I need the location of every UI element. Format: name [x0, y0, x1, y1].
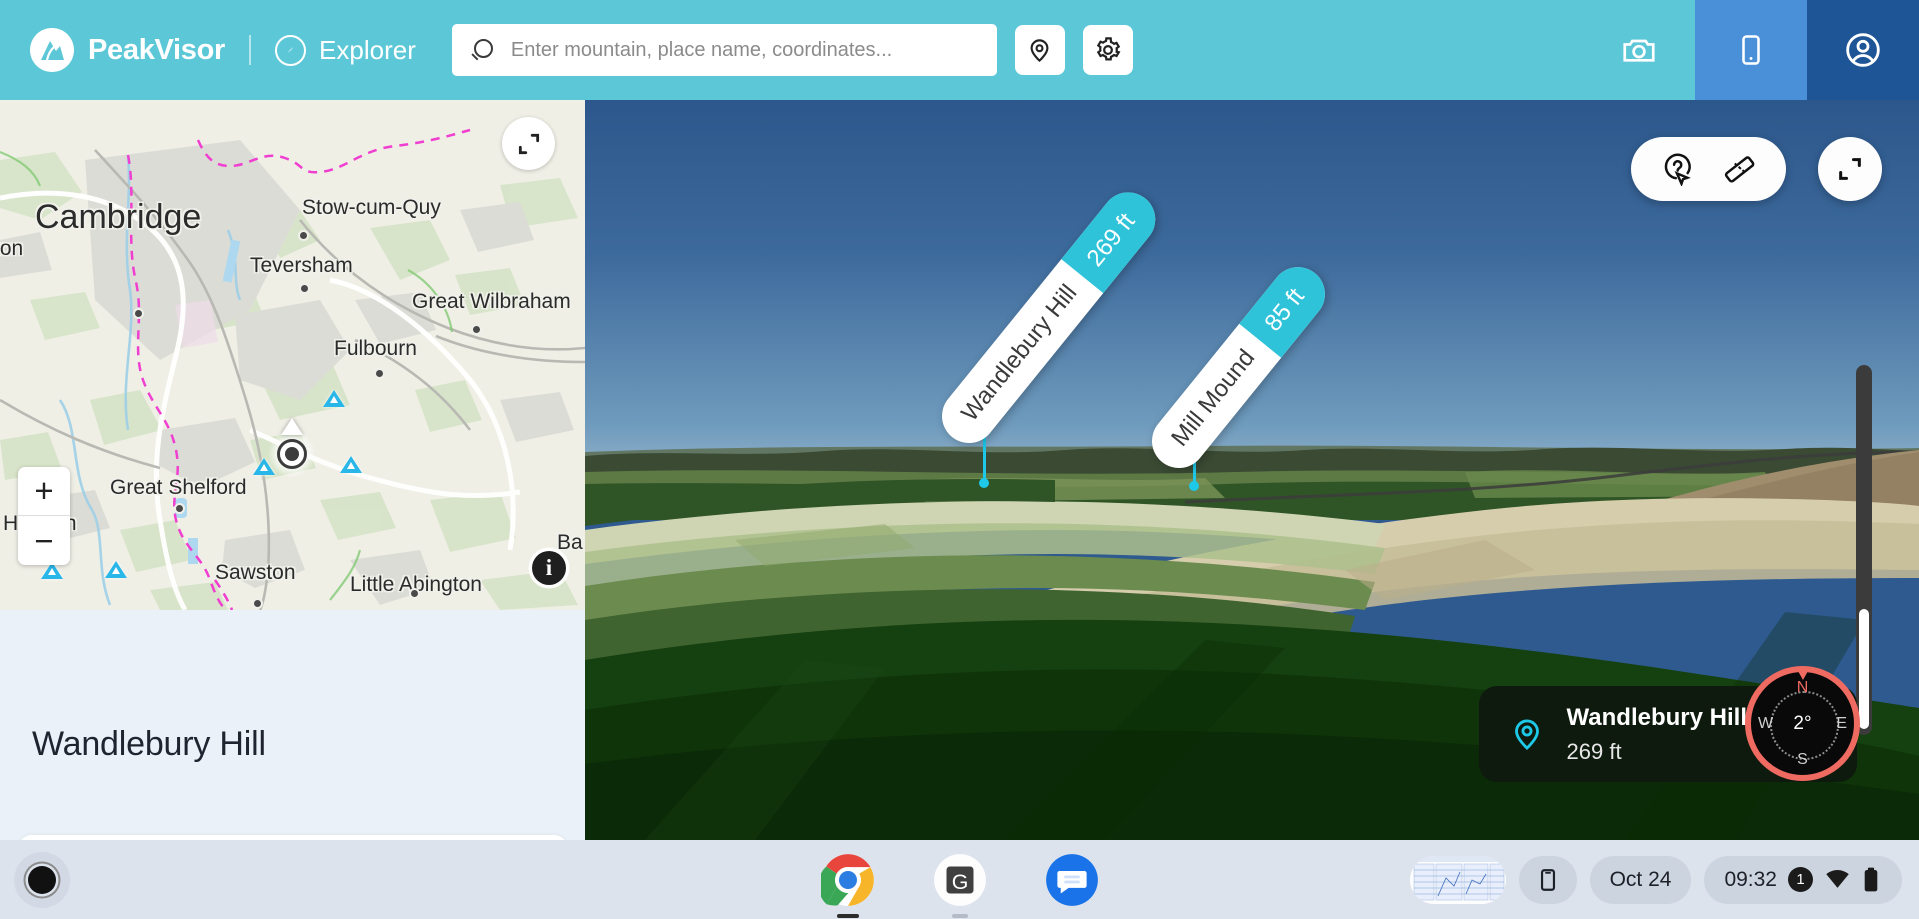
field-of-view-slider[interactable]	[1856, 365, 1872, 735]
marker-core	[285, 447, 299, 461]
map-peak-icon-selected[interactable]	[281, 418, 303, 435]
map-label: Teversham	[250, 254, 353, 277]
map-town-dot	[374, 368, 385, 379]
search-input[interactable]	[510, 38, 997, 62]
map-label: Great Wilbraham	[412, 290, 571, 313]
camera-icon	[1623, 39, 1655, 62]
map-label: Sawston	[215, 561, 296, 584]
status-tray[interactable]: 09:32 1	[1704, 855, 1902, 904]
search-box[interactable]	[451, 24, 997, 76]
panorama-3d-view[interactable]: Wandlebury Hill 269 ft Mill Mound 85 ft	[585, 100, 1919, 840]
explorer-label: Explorer	[319, 34, 416, 65]
map-town-dot	[298, 230, 309, 241]
app-running-indicator	[951, 914, 968, 918]
zoom-out-button[interactable]: −	[18, 516, 70, 565]
map-label: Cambridge	[35, 198, 202, 236]
taskbar-date: Oct 24	[1609, 867, 1672, 891]
date-button[interactable]: Oct 24	[1589, 855, 1692, 904]
header-actions	[1583, 0, 1919, 100]
left-detail-panel: Cambridge Stow-cum-Quy Teversham Great W…	[0, 100, 585, 840]
brand-logo-group[interactable]: PeakVisor	[30, 28, 225, 72]
map-town-dot	[174, 503, 185, 514]
messages-app-icon[interactable]	[1045, 853, 1099, 907]
explorer-nav-item[interactable]: Explorer	[275, 34, 416, 66]
chrome-app-icon[interactable]	[817, 853, 875, 918]
compass-south-label: S	[1797, 751, 1808, 768]
compass-heading: 2°	[1793, 712, 1812, 734]
os-taskbar: G Oct 24 09:32 1	[0, 840, 1919, 919]
mini-map[interactable]: Cambridge Stow-cum-Quy Teversham Great W…	[0, 100, 585, 610]
gear-icon	[1096, 37, 1121, 61]
notification-badge: 1	[1788, 867, 1813, 892]
compass-widget[interactable]: N E S W 2°	[1745, 666, 1860, 781]
map-expand-button[interactable]	[502, 117, 555, 170]
phone-hub-button[interactable]	[1518, 855, 1577, 904]
account-circle-icon	[1846, 33, 1880, 67]
phone-icon	[1742, 35, 1760, 65]
map-zoom-controls: + −	[18, 467, 70, 565]
expand-icon	[518, 133, 539, 154]
map-info-button[interactable]: i	[532, 551, 566, 585]
fullscreen-icon	[1839, 158, 1861, 180]
map-town-dot	[252, 598, 263, 609]
map-label: Great Shelford	[110, 476, 247, 499]
map-peak-icon[interactable]	[105, 561, 127, 578]
zoom-in-button[interactable]: +	[18, 467, 70, 516]
peak-pin-dot	[1189, 481, 1199, 491]
launcher-circle-icon	[28, 865, 56, 894]
infocard-text: Wandlebury Hill 269 ft	[1567, 704, 1747, 765]
compass-west-label: W	[1758, 714, 1774, 732]
brand-name: PeakVisor	[88, 33, 226, 66]
map-tiles	[0, 100, 585, 610]
launcher-button[interactable]	[14, 851, 70, 908]
identify-peak-button[interactable]	[1661, 153, 1694, 186]
wifi-icon	[1826, 870, 1849, 888]
map-town-dot	[299, 283, 310, 294]
map-town-dot	[409, 588, 420, 599]
location-pin-icon	[1514, 719, 1539, 751]
map-label: ton	[0, 237, 24, 260]
taskbar-status-area: Oct 24 09:32 1	[1409, 855, 1902, 904]
search-icon	[472, 39, 494, 61]
map-label: Stow-cum-Quy	[302, 196, 441, 219]
compass-north-label: N	[1796, 679, 1809, 696]
taskbar-apps: G	[817, 853, 1099, 918]
map-label: Fulbourn	[334, 337, 417, 360]
mobile-app-button[interactable]	[1695, 0, 1807, 100]
app-header: PeakVisor Explorer	[0, 0, 1919, 100]
camera-button[interactable]	[1583, 0, 1695, 100]
map-town-dot	[133, 308, 144, 319]
help-cursor-icon	[1664, 153, 1691, 186]
view-tools-group	[1631, 137, 1786, 201]
page-title: Wandlebury Hill	[32, 725, 266, 763]
location-pin-icon	[1030, 38, 1049, 62]
map-peak-icon[interactable]	[323, 390, 345, 407]
compass-east-label: E	[1836, 714, 1847, 732]
battery-icon	[1864, 867, 1878, 892]
map-label: Ba	[557, 531, 583, 554]
settings-button[interactable]	[1082, 25, 1133, 75]
taskbar-time: 09:32	[1724, 867, 1777, 891]
ruler-icon	[1725, 155, 1755, 183]
compass-icon	[275, 34, 307, 66]
window-thumbnail[interactable]	[1409, 855, 1506, 904]
fullscreen-button[interactable]	[1818, 137, 1882, 201]
infocard-peak-elevation: 269 ft	[1566, 738, 1622, 764]
location-button[interactable]	[1014, 25, 1065, 75]
app-running-indicator	[836, 914, 859, 918]
google-app-icon[interactable]: G	[933, 853, 987, 918]
map-town-dot	[471, 324, 482, 335]
selected-peak-infocard: Wandlebury Hill 269 ft N E S W 2°	[1478, 666, 1860, 782]
measure-distance-button[interactable]	[1723, 153, 1756, 186]
selected-location-marker[interactable]	[268, 430, 316, 478]
peakvisor-logo-icon	[30, 28, 74, 72]
slider-thumb[interactable]	[1859, 609, 1869, 729]
phone-hub-icon	[1540, 868, 1555, 891]
account-button[interactable]	[1807, 0, 1919, 100]
infocard-peak-name: Wandlebury Hill	[1566, 703, 1747, 731]
map-peak-icon[interactable]	[340, 456, 362, 473]
svg-text:G: G	[951, 870, 968, 894]
peak-pin-dot	[979, 478, 989, 488]
header-divider	[249, 35, 252, 65]
